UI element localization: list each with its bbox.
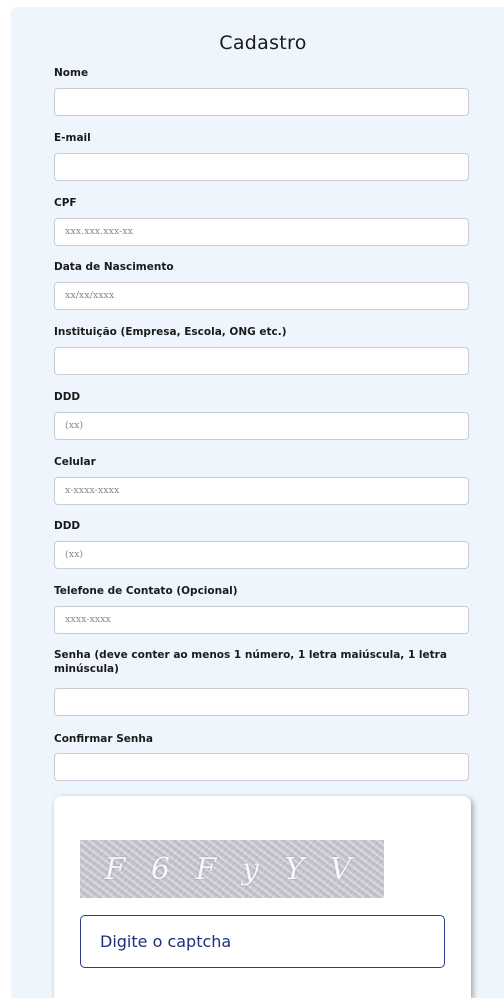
nome-input[interactable] — [54, 88, 469, 116]
email-label: E-mail — [54, 132, 91, 144]
confirmar-senha-label: Confirmar Senha — [54, 733, 153, 745]
ddd-telefone-label: DDD — [54, 520, 81, 532]
email-input[interactable] — [54, 153, 469, 181]
captcha-image: F 6 F y Y V — [80, 840, 384, 898]
instituicao-input[interactable] — [54, 347, 469, 375]
captcha-panel: F 6 F y Y V Digite o captcha — [54, 796, 471, 998]
telefone-input[interactable]: xxxx-xxxx — [54, 606, 469, 634]
cpf-label: CPF — [54, 197, 77, 209]
captcha-input[interactable]: Digite o captcha — [80, 915, 445, 968]
ddd-input[interactable]: (xx) — [54, 412, 469, 440]
cpf-input[interactable]: xxx.xxx.xxx-xx — [54, 218, 469, 246]
celular-input[interactable]: x-xxxx-xxxx — [54, 477, 469, 505]
instituicao-label: Instituição (Empresa, Escola, ONG etc.) — [54, 326, 287, 338]
senha-label: Senha (deve conter ao menos 1 número, 1 … — [54, 649, 447, 675]
telefone-label: Telefone de Contato (Opcional) — [54, 585, 238, 597]
ddd-telefone-input[interactable]: (xx) — [54, 541, 469, 569]
celular-label: Celular — [54, 456, 96, 468]
nome-label: Nome — [54, 67, 89, 79]
captcha-text: F 6 F y Y V — [104, 852, 360, 887]
senha-input[interactable] — [54, 688, 469, 716]
confirmar-senha-input[interactable] — [54, 753, 469, 781]
form-title: Cadastro — [219, 32, 307, 54]
nascimento-label: Data de Nascimento — [54, 261, 174, 273]
nascimento-input[interactable]: xx/xx/xxxx — [54, 282, 469, 310]
ddd-label: DDD — [54, 391, 81, 403]
